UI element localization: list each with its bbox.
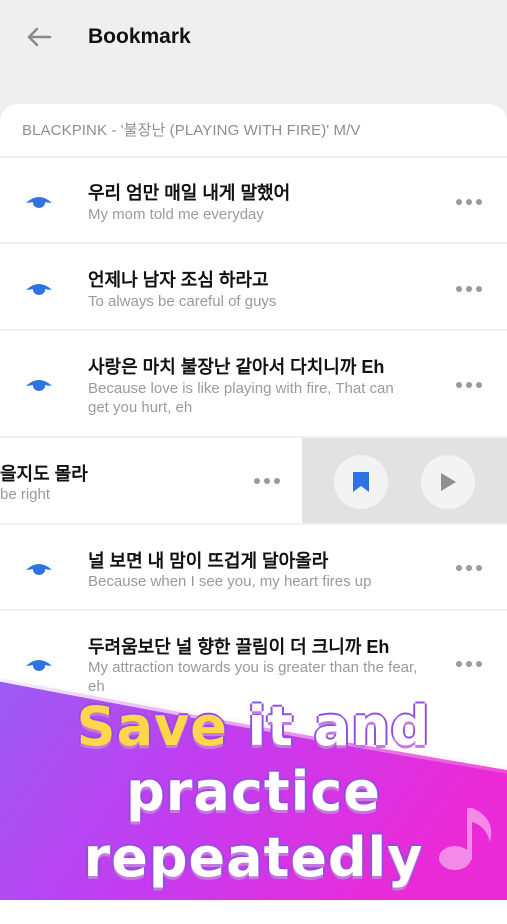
lyric-text: 사랑은 마치 불장난 같아서 다치니까 Eh [88,357,385,377]
more-options-icon[interactable] [452,284,486,294]
lyric-text: 널 보면 내 맘이 뜨겁게 달아올라 [88,551,329,571]
translation-text: be right [0,486,51,503]
eye-icon[interactable] [24,559,54,579]
lyric-text: 우리 엄만 매일 내게 말했어 [88,183,291,203]
bookmark-button[interactable] [334,455,388,509]
translation-text: My mom told me everyday [88,206,264,223]
bookmark-icon [353,472,369,492]
arrow-left-icon [27,27,52,47]
eye-icon[interactable] [24,279,54,299]
lyric-text: 을지도 몰라 [0,464,88,484]
promo-headline-line2: practice [126,760,381,823]
more-options-icon[interactable] [452,197,486,207]
play-button[interactable] [421,455,475,509]
eye-icon[interactable] [24,655,54,675]
list-item[interactable]: 우리 엄만 매일 내게 말했어 My mom told me everyday [0,158,507,242]
promo-word-it-and: it and [247,695,431,758]
song-title: BLACKPINK - '불장난 (PLAYING WITH FIRE)' M/… [22,122,361,139]
translation-text: My attraction towards you is greater tha… [88,659,418,695]
promo-headline-line1: Save it and [0,695,507,758]
list-item[interactable]: 널 보면 내 맘이 뜨겁게 달아올라 Because when I see yo… [0,525,507,610]
eye-icon[interactable] [24,192,54,212]
lyric-text: 언제나 남자 조심 하라고 [88,270,269,290]
translation-text: Because when I see you, my heart fires u… [88,573,372,590]
eye-icon[interactable] [24,375,54,395]
lyric-text: 두려움보단 널 향한 끌림이 더 크니까 Eh [88,637,390,657]
translation-text: To always be careful of guys [88,293,277,310]
swipe-actions [302,438,507,523]
list-item[interactable]: 언제나 남자 조심 하라고 To always be careful of gu… [0,244,507,329]
page-title: Bookmark [88,25,191,48]
promo-headline-line3: repeatedly [83,826,424,889]
more-options-icon[interactable] [452,380,486,390]
translation-text: Because love is like playing with fire, … [88,380,394,416]
more-options-icon[interactable] [452,659,486,669]
back-button[interactable] [24,22,54,52]
list-item[interactable]: 사랑은 마치 불장난 같아서 다치니까 Eh Because love is l… [0,331,507,437]
promo-word-save: Save [76,695,228,758]
app-header: Bookmark [0,0,507,80]
more-options-icon[interactable] [452,563,486,573]
more-options-icon[interactable] [250,476,284,486]
play-icon [441,473,456,491]
